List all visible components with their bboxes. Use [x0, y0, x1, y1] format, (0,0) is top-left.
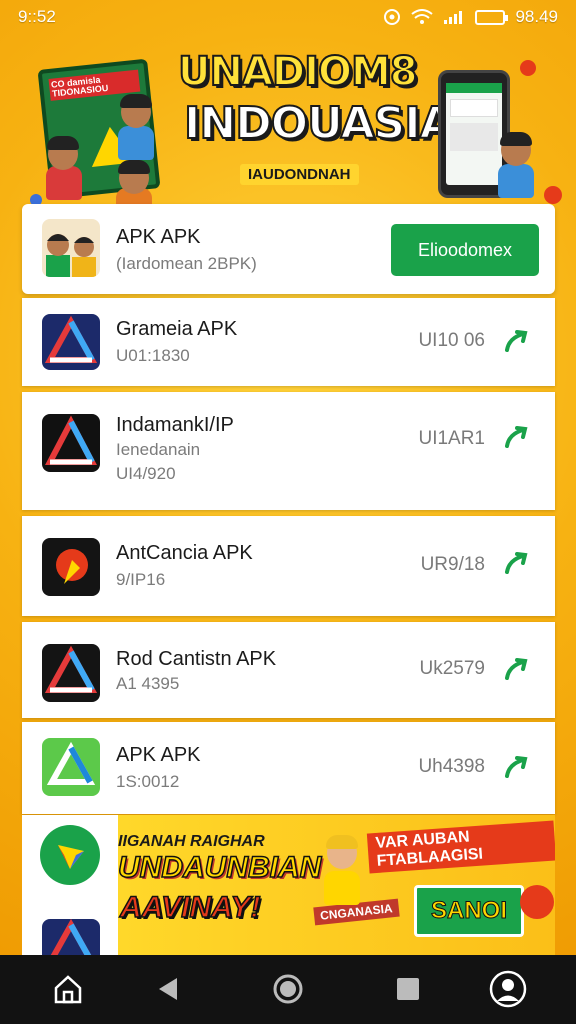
app-subtitle-2: UI4/920 [116, 464, 176, 483]
app-icon-flame [42, 538, 100, 596]
decor-ball [520, 885, 554, 919]
app-subtitle: U01:1830 [116, 346, 190, 365]
app-icon-triangle [42, 414, 100, 472]
app-subtitle: 1S:0012 [116, 772, 180, 791]
status-time: 9::52 [18, 7, 56, 26]
ad-line1: IIGANAH RAIGHAR [118, 833, 265, 850]
download-icon[interactable] [503, 754, 529, 780]
wifi-icon [411, 9, 434, 24]
featured-app-name: APK APK [116, 226, 201, 248]
navigation-bar [0, 955, 576, 1024]
hero-title: UNADIOM8 [177, 49, 419, 95]
app-subtitle: Ienedanain [116, 440, 201, 459]
download-icon[interactable] [503, 328, 529, 354]
decor-ball [520, 60, 536, 76]
app-icon-triangle [42, 919, 100, 955]
app-size: UR9/18 [420, 554, 485, 575]
hero-subtitle: IAUDONDNAH [240, 164, 359, 185]
signal-icon [444, 11, 463, 24]
featured-app-subtitle: (Iardomean 2BPK) [116, 254, 257, 273]
list-item[interactable]: APK APK 1S:0012 Uh4398 [22, 722, 555, 814]
app-icon-play [40, 825, 100, 885]
ad-badge: SANOI [414, 885, 524, 937]
status-bar: 9::52 98.49 [0, 0, 576, 34]
install-button[interactable]: Elioodomex [391, 224, 539, 276]
list-item[interactable]: IndamankI/IP Ienedanain UI4/920 UI1AR1 [22, 392, 555, 510]
profile-icon[interactable] [486, 969, 530, 1009]
hero-banner: CO damisla TIDONASIOU UNADIOM8 INDOUASIA… [0, 34, 576, 222]
list-item[interactable]: Grameia APK U01:1830 UI10 06 [22, 298, 555, 386]
download-icon[interactable] [503, 550, 529, 576]
app-name: Grameia APK [116, 318, 238, 340]
bottom-banner: IIGANAH RAIGHAR UNDAUNBIAN AAVINAY! VAR … [22, 815, 555, 955]
promo-ad[interactable]: IIGANAH RAIGHAR UNDAUNBIAN AAVINAY! VAR … [117, 815, 555, 955]
ad-line2: UNDAUNBIAN [117, 850, 322, 885]
app-size: UI1AR1 [418, 428, 485, 449]
decor-ball [544, 186, 562, 204]
download-icon[interactable] [503, 656, 529, 682]
app-icon-triangle [42, 644, 100, 702]
app-icon-triangle-green [42, 738, 100, 796]
home-icon[interactable] [46, 969, 90, 1009]
download-icon[interactable] [503, 424, 529, 450]
featured-app-icon [42, 219, 100, 277]
ad-tag: VAR AUBAN FTABLAAGISI [366, 820, 555, 874]
status-right-time: 98.49 [515, 7, 558, 26]
app-subtitle: A1 4395 [116, 674, 180, 693]
app-subtitle: 9/IP16 [116, 570, 166, 589]
app-size: Uk2579 [419, 658, 486, 679]
app-name: Rod Cantistn APK [116, 648, 277, 670]
app-size: UI10 06 [418, 330, 485, 351]
battery-icon [475, 9, 509, 25]
app-name: APK APK [116, 744, 201, 766]
list-item[interactable]: Rod Cantistn APK A1 4395 Uk2579 [22, 622, 555, 718]
app-name: IndamankI/IP [116, 414, 234, 436]
app-name: AntCancia APK [116, 542, 253, 564]
status-icons: 98.49 [383, 7, 558, 27]
recents-icon[interactable] [386, 969, 430, 1009]
app-icon-triangle [42, 314, 100, 370]
hero-title-line2: INDOUASIA [183, 98, 455, 149]
back-icon[interactable] [146, 969, 190, 1009]
circle-home-icon[interactable] [266, 969, 310, 1009]
list-item[interactable]: AntCancia APK 9/IP16 UR9/18 [22, 516, 555, 616]
app-size: Uh4398 [418, 756, 485, 777]
ad-line3: AAVINAY! [119, 890, 261, 925]
shield-icon [384, 9, 401, 25]
featured-app-card[interactable]: APK APK (Iardomean 2BPK) Elioodomex [22, 204, 555, 294]
